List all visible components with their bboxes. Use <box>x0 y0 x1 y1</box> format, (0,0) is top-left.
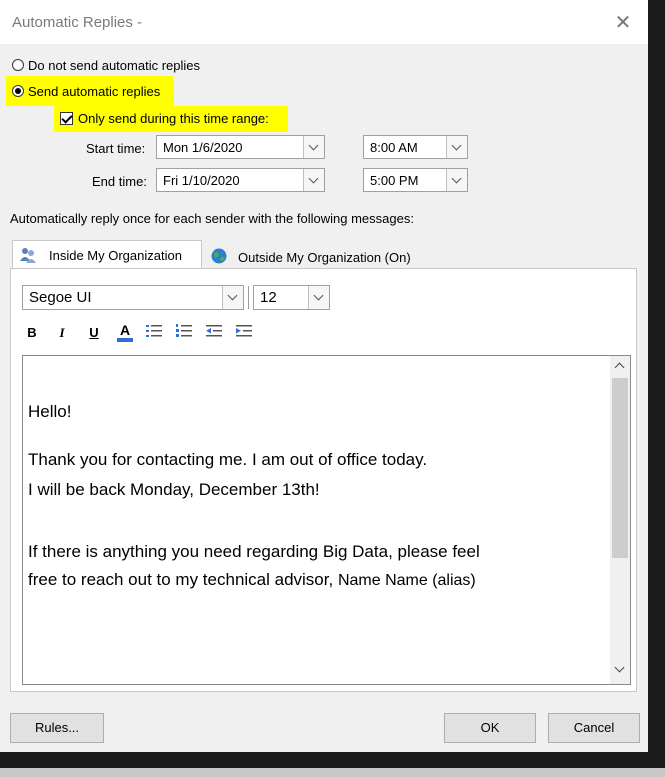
start-time-label: Start time: <box>86 141 146 156</box>
decrease-indent-icon[interactable] <box>205 323 223 339</box>
instruction-text: Automatically reply once for each sender… <box>10 211 414 226</box>
start-time-value: 8:00 AM <box>370 140 418 155</box>
end-time-select[interactable]: 5:00 PM <box>363 168 468 192</box>
close-icon[interactable]: ✕ <box>612 10 634 35</box>
font-family-value: Segoe UI <box>29 289 92 306</box>
chevron-down-icon <box>308 140 319 151</box>
do-not-send-radio[interactable] <box>12 59 24 71</box>
font-size-dropdown[interactable] <box>308 286 329 309</box>
chevron-down-icon <box>313 290 324 301</box>
end-time-value: 5:00 PM <box>370 173 419 188</box>
chevron-down-icon <box>451 173 462 184</box>
ok-button[interactable]: OK <box>444 713 536 743</box>
advisor-name: Name Name (alias) <box>337 572 476 589</box>
end-date-dropdown[interactable] <box>303 169 324 191</box>
title-bar: Automatic Replies - ✕ <box>0 0 648 44</box>
start-time-dropdown[interactable] <box>446 136 467 158</box>
message-line-2: Thank you for contacting me. I am out of… <box>28 450 428 469</box>
message-editor[interactable]: Hello! Thank you for contacting me. I am… <box>22 355 631 685</box>
scroll-down-icon[interactable] <box>614 662 625 673</box>
underline-button[interactable]: U <box>86 325 102 340</box>
message-line-3: I will be back Monday, December 13th! <box>28 480 320 499</box>
chevron-down-icon <box>227 290 238 301</box>
message-line-5: free to reach out to my technical adviso… <box>28 570 476 590</box>
send-replies-radio[interactable] <box>12 85 24 97</box>
numbering-icon[interactable] <box>175 323 193 339</box>
toolbar-divider <box>248 286 249 309</box>
cancel-button[interactable]: Cancel <box>548 713 640 743</box>
bullets-icon[interactable] <box>145 323 163 339</box>
font-family-dropdown[interactable] <box>222 286 243 309</box>
end-date-picker[interactable]: Fri 1/10/2020 <box>156 168 325 192</box>
message-line-4: If there is anything you need regarding … <box>28 542 480 561</box>
font-size-value: 12 <box>260 289 277 306</box>
tab-inside-organization[interactable]: Inside My Organization <box>12 240 202 270</box>
message-line-greeting: Hello! <box>28 402 72 421</box>
start-date-value: Mon 1/6/2020 <box>163 140 243 155</box>
font-color-button[interactable]: A <box>117 322 133 342</box>
increase-indent-icon[interactable] <box>235 323 253 339</box>
scroll-up-icon[interactable] <box>614 362 625 373</box>
globe-icon <box>211 248 227 264</box>
font-family-select[interactable]: Segoe UI <box>22 285 244 310</box>
italic-button[interactable]: I <box>54 325 70 341</box>
message-line-5-text: free to reach out to my technical adviso… <box>28 570 338 589</box>
bold-button[interactable]: B <box>24 325 40 340</box>
automatic-replies-dialog: Automatic Replies - ✕ Do not send automa… <box>0 0 648 752</box>
people-icon <box>20 248 36 263</box>
chevron-down-icon <box>451 140 462 151</box>
start-date-picker[interactable]: Mon 1/6/2020 <box>156 135 325 159</box>
scroll-thumb[interactable] <box>612 378 628 558</box>
time-range-checkbox[interactable] <box>60 112 73 125</box>
tab-outside-label: Outside My Organization (On) <box>238 250 411 265</box>
send-replies-label: Send automatic replies <box>28 84 161 99</box>
do-not-send-label: Do not send automatic replies <box>28 58 200 73</box>
end-date-value: Fri 1/10/2020 <box>163 173 240 188</box>
chevron-down-icon <box>308 173 319 184</box>
start-date-dropdown[interactable] <box>303 136 324 158</box>
end-time-dropdown[interactable] <box>446 169 467 191</box>
start-time-select[interactable]: 8:00 AM <box>363 135 468 159</box>
tab-inside-label: Inside My Organization <box>49 248 182 263</box>
font-size-select[interactable]: 12 <box>253 285 330 310</box>
window-title: Automatic Replies - <box>12 14 143 31</box>
background-strip <box>0 768 665 777</box>
time-range-label: Only send during this time range: <box>78 111 269 126</box>
end-time-label: End time: <box>92 174 147 189</box>
editor-scrollbar[interactable] <box>610 356 630 684</box>
rules-button[interactable]: Rules... <box>10 713 104 743</box>
